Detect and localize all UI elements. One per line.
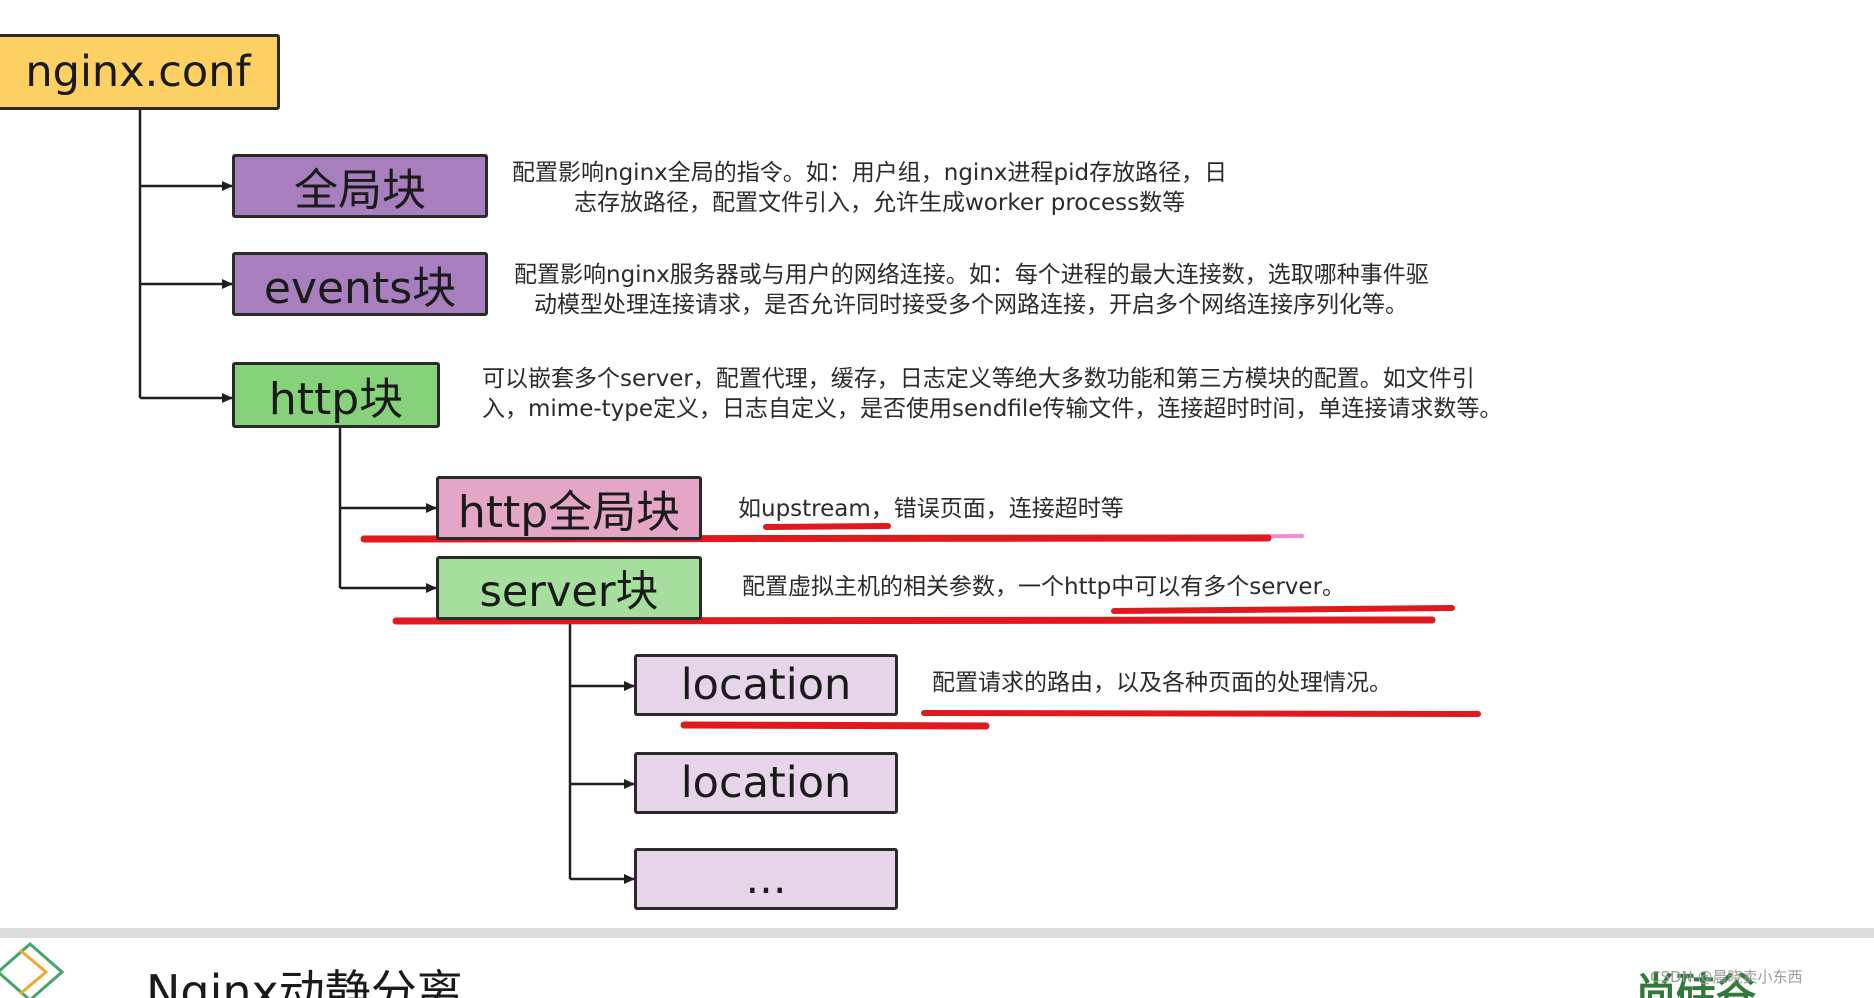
node-label: location xyxy=(680,758,852,808)
node-label: events块 xyxy=(263,263,457,314)
node-http-global-block: http全局块 xyxy=(436,476,702,540)
slide-title: Nginx动静分离 xyxy=(146,965,463,998)
node-location-block: location xyxy=(634,752,898,814)
desc-line: 配置影响nginx服务器或与用户的网络连接。如：每个进程的最大连接数，选取哪种事… xyxy=(514,262,1429,288)
node-http-block: http块 xyxy=(232,362,440,428)
http-connectors xyxy=(338,428,437,593)
desc-line: 动模型处理连接请求，是否允许同时接受多个网路连接，开启多个网络连接序列化等。 xyxy=(534,292,1408,318)
red-underline xyxy=(680,721,990,730)
node-server-block: server块 xyxy=(436,556,702,620)
desc-location: 配置请求的路由，以及各种页面的处理情况。 xyxy=(932,668,1392,698)
desc-server: 配置虚拟主机的相关参数，一个http中可以有多个server。 xyxy=(742,572,1345,602)
desc-line: 配置虚拟主机的相关参数，一个http中可以有多个server。 xyxy=(742,574,1346,600)
red-underline xyxy=(763,523,891,530)
desc-line: 志存放路径，配置文件引入，允许生成worker process数等 xyxy=(574,190,1186,216)
root-connectors xyxy=(138,108,233,403)
node-label: http块 xyxy=(268,374,404,425)
desc-line: 入，mime-type定义，日志自定义，是否使用sendfile传输文件，连接超… xyxy=(482,396,1503,422)
desc-line: 配置影响nginx全局的指令。如：用户组，nginx进程pid存放路径，日 xyxy=(512,160,1228,186)
desc-global: 配置影响nginx全局的指令。如：用户组，nginx进程pid存放路径，日 志存… xyxy=(512,158,1227,218)
node-nginx-conf: nginx.conf xyxy=(0,34,280,110)
node-global-block: 全局块 xyxy=(232,154,488,218)
desc-line: 配置请求的路由，以及各种页面的处理情况。 xyxy=(932,670,1392,696)
slide: nginx.conf 全局块 events块 http块 http全局块 ser… xyxy=(0,0,1874,998)
desc-http: 可以嵌套多个server，配置代理，缓存，日志定义等绝大多数功能和第三方模块的配… xyxy=(482,364,1502,424)
node-label: location xyxy=(680,660,852,710)
node-location-block: location xyxy=(634,654,898,716)
desc-http-global: 如upstream，错误页面，连接超时等 xyxy=(738,494,1124,524)
desc-line: 可以嵌套多个server，配置代理，缓存，日志定义等绝大多数功能和第三方模块的配… xyxy=(482,366,1475,392)
server-connectors xyxy=(568,618,635,884)
slide-footer: Nginx动静分离 尚硅谷 CSDN @晨晓卖小东西 xyxy=(0,928,1874,998)
node-label: 全局块 xyxy=(294,165,426,216)
desc-line: 如upstream，错误页面，连接超时等 xyxy=(738,496,1124,522)
red-underline xyxy=(921,710,1481,717)
node-label: nginx.conf xyxy=(25,47,251,97)
node-label: http全局块 xyxy=(457,487,681,538)
diamond-logo-icon xyxy=(0,942,65,998)
node-label: ... xyxy=(745,854,787,904)
node-events-block: events块 xyxy=(232,252,488,316)
red-underline xyxy=(1111,605,1455,614)
watermark: CSDN @晨晓卖小东西 xyxy=(1650,968,1803,986)
node-label: server块 xyxy=(479,567,659,617)
footer-divider xyxy=(0,928,1874,938)
red-underline xyxy=(392,616,1436,625)
desc-events: 配置影响nginx服务器或与用户的网络连接。如：每个进程的最大连接数，选取哪种事… xyxy=(514,260,1429,320)
node-ellipsis-block: ... xyxy=(634,848,898,910)
